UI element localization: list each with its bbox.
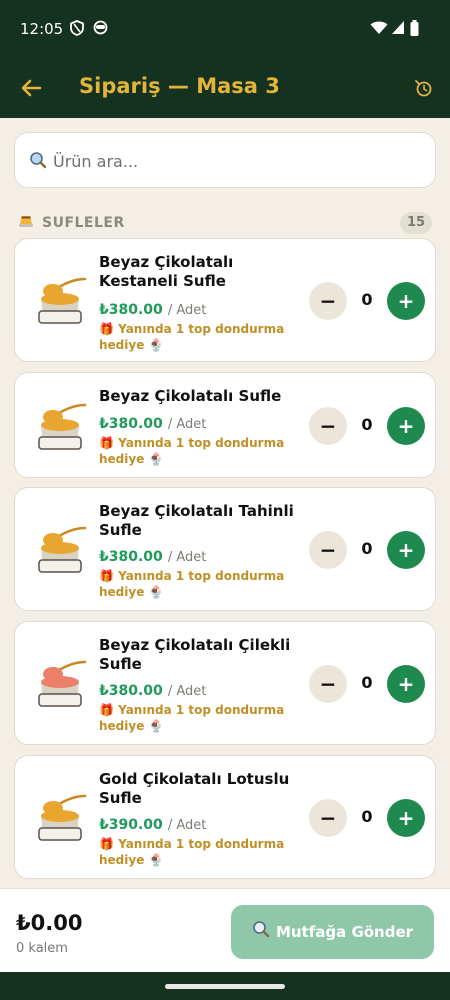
history-icon (415, 80, 432, 97)
product-unit: / Adet (167, 303, 207, 318)
quantity-value: 0 (361, 673, 373, 692)
search-icon (29, 151, 47, 174)
souffle-image (38, 277, 87, 324)
order-summary-bar: ₺0.00 0 kalem Mutfağa Gönder (0, 888, 450, 972)
product-unit: / Adet (167, 417, 207, 432)
product-name: Gold Çikolatalı Lotuslu Sufle (99, 770, 290, 807)
product-promo: 🎁 Yanında 1 top dondurma hediye 🍨 (99, 322, 285, 352)
home-gesture-handle[interactable] (165, 984, 285, 989)
back-button[interactable] (18, 74, 46, 102)
product-card: Beyaz Çikolatalı Kestaneli Sufle ₺380.00… (14, 238, 436, 362)
search-box[interactable] (14, 132, 436, 188)
battery-icon (410, 20, 419, 40)
product-name: Beyaz Çikolatalı Tahinli Sufle (99, 502, 294, 539)
page-title: Sipariş — Masa 3 (79, 74, 280, 98)
decrease-quantity-button[interactable]: − (309, 799, 347, 837)
category-count-badge: 15 (400, 212, 432, 234)
product-card: Beyaz Çikolatalı Çilekli Sufle ₺380.00 /… (14, 621, 436, 745)
product-name: Beyaz Çikolatalı Çilekli Sufle (99, 636, 291, 673)
system-nav-bar (0, 972, 450, 1000)
increase-quantity-button[interactable]: + (387, 799, 425, 837)
category-title: SUFLELER (42, 215, 125, 231)
product-unit: / Adet (167, 818, 207, 833)
shield-icon (70, 20, 84, 40)
product-price: ₺380.00 (99, 416, 163, 432)
top-bar: 12:05 Sipariş — Masa 3 (0, 0, 450, 118)
quantity-value: 0 (361, 415, 373, 434)
price-row: ₺380.00 / Adet (99, 413, 206, 432)
history-button[interactable] (414, 78, 434, 98)
increase-quantity-button[interactable]: + (387, 665, 425, 703)
increase-quantity-button[interactable]: + (387, 407, 425, 445)
product-card: Beyaz Çikolatalı Tahinli Sufle ₺380.00 /… (14, 487, 436, 611)
quantity-value: 0 (361, 807, 373, 826)
send-to-kitchen-label: Mutfağa Gönder (275, 923, 414, 941)
decrease-quantity-button[interactable]: − (309, 282, 347, 320)
product-price: ₺380.00 (99, 683, 163, 699)
souffle-image (38, 660, 87, 707)
search-icon (252, 906, 270, 960)
product-card: Beyaz Çikolatalı Sufle ₺380.00 / Adet 🎁 … (14, 372, 436, 478)
product-promo: 🎁 Yanında 1 top dondurma hediye 🍨 (99, 436, 285, 466)
globe-icon (93, 20, 108, 39)
signal-icon (391, 20, 405, 39)
product-price: ₺380.00 (99, 302, 163, 318)
souffle-image (38, 794, 87, 841)
product-unit: / Adet (167, 684, 207, 699)
price-row: ₺380.00 / Adet (99, 299, 206, 318)
product-promo: 🎁 Yanında 1 top dondurma hediye 🍨 (99, 703, 285, 733)
flan-icon (18, 214, 34, 231)
send-to-kitchen-button[interactable]: Mutfağa Gönder (231, 905, 434, 959)
quantity-value: 0 (361, 290, 373, 309)
price-row: ₺380.00 / Adet (99, 680, 206, 699)
price-row: ₺380.00 / Adet (99, 546, 206, 565)
status-bar: 12:05 (0, 0, 450, 56)
product-unit: / Adet (167, 550, 207, 565)
product-card: Gold Çikolatalı Lotuslu Sufle ₺390.00 / … (14, 755, 436, 879)
arrow-left-icon (21, 79, 42, 97)
decrease-quantity-button[interactable]: − (309, 665, 347, 703)
increase-quantity-button[interactable]: + (387, 282, 425, 320)
product-price: ₺390.00 (99, 817, 163, 833)
product-promo: 🎁 Yanında 1 top dondurma hediye 🍨 (99, 569, 285, 599)
decrease-quantity-button[interactable]: − (309, 531, 347, 569)
search-input[interactable] (53, 145, 423, 177)
decrease-quantity-button[interactable]: − (309, 407, 347, 445)
wifi-icon (370, 20, 388, 39)
souffle-image (38, 403, 87, 450)
order-total: ₺0.00 (16, 911, 83, 935)
product-promo: 🎁 Yanında 1 top dondurma hediye 🍨 (99, 837, 285, 867)
product-name: Beyaz Çikolatalı Sufle (99, 387, 282, 405)
status-time: 12:05 (20, 20, 64, 38)
price-row: ₺390.00 / Adet (99, 814, 206, 833)
increase-quantity-button[interactable]: + (387, 531, 425, 569)
product-name: Beyaz Çikolatalı Kestaneli Sufle (99, 253, 234, 290)
quantity-value: 0 (361, 539, 373, 558)
category-header: SUFLELER 15 (18, 212, 432, 234)
product-price: ₺380.00 (99, 549, 163, 565)
item-count: 0 kalem (16, 941, 68, 956)
souffle-image (38, 526, 87, 573)
